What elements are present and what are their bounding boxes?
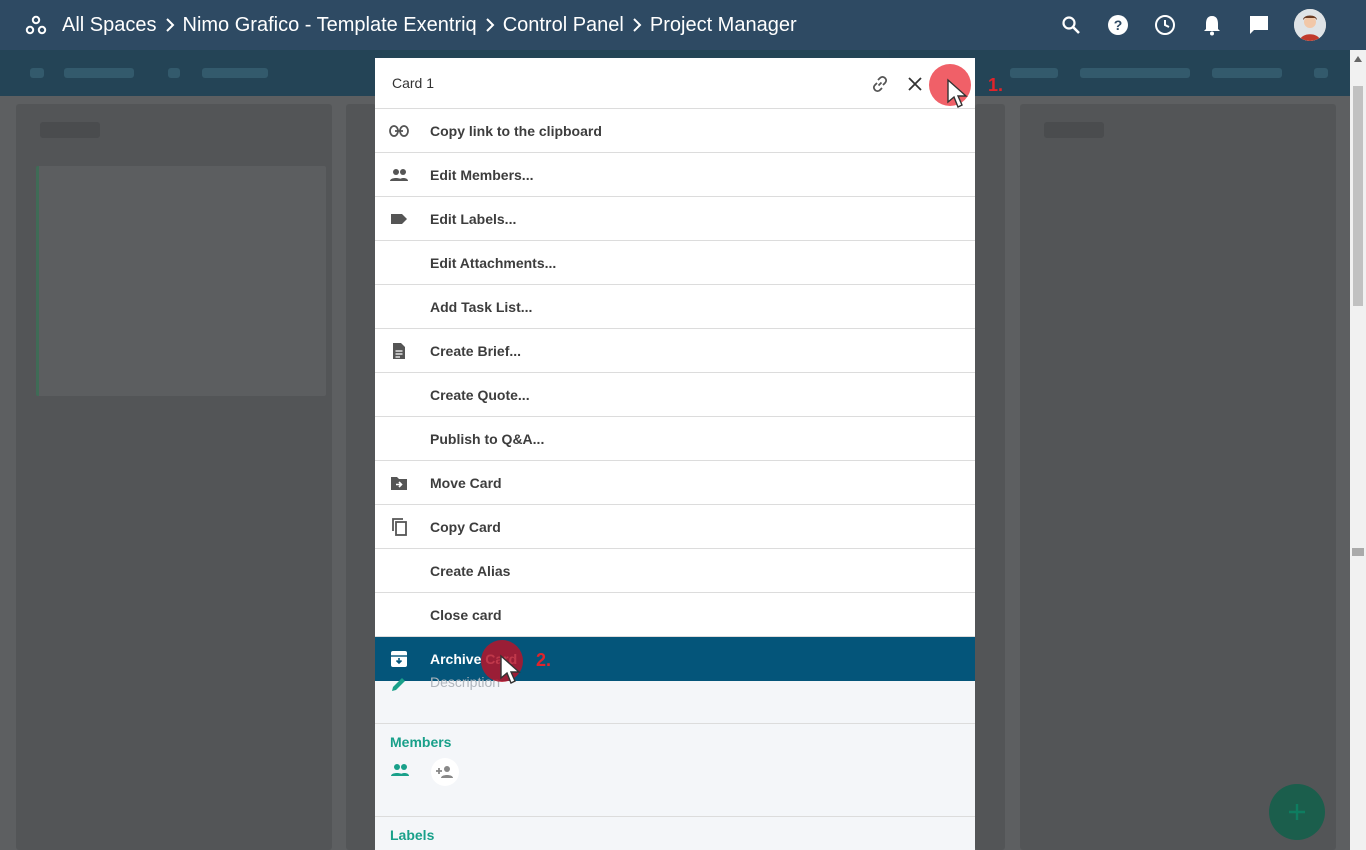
menu-item-label: Publish to Q&A...: [430, 431, 545, 447]
cursor-icon: [499, 654, 521, 684]
menu-item-edit-attachments[interactable]: Edit Attachments...: [375, 241, 975, 285]
card-actions-menu: Copy link to the clipboard Edit Members.…: [375, 109, 975, 681]
menu-item-label: Copy Card: [430, 519, 501, 535]
menu-item-edit-labels[interactable]: Edit Labels...: [375, 197, 975, 241]
menu-item-create-brief[interactable]: Create Brief...: [375, 329, 975, 373]
board-column: [16, 104, 332, 850]
breadcrumb-project-manager[interactable]: Project Manager: [650, 14, 797, 37]
link-icon[interactable]: [869, 73, 891, 95]
breadcrumb-space[interactable]: Nimo Grafico - Template Exentriq: [183, 14, 477, 37]
menu-item-create-alias[interactable]: Create Alias: [375, 549, 975, 593]
modal-header: Card 1: [375, 58, 975, 109]
card-preview: [36, 166, 326, 396]
menu-item-copy-card[interactable]: Copy Card: [375, 505, 975, 549]
top-bar: All Spaces Nimo Grafico - Template Exent…: [0, 0, 1366, 50]
help-icon[interactable]: ?: [1106, 13, 1130, 37]
chevron-right-icon: [157, 13, 183, 37]
menu-item-label: Create Alias: [430, 563, 511, 579]
menu-item-edit-members[interactable]: Edit Members...: [375, 153, 975, 197]
menu-item-label: Edit Attachments...: [430, 255, 557, 271]
spaces-icon[interactable]: [24, 13, 48, 37]
menu-item-publish-qa[interactable]: Publish to Q&A...: [375, 417, 975, 461]
step-1-label: 1.: [988, 75, 1004, 95]
label-icon: [389, 209, 409, 229]
menu-item-label: Add Task List...: [430, 299, 533, 315]
chat-icon[interactable]: [1247, 13, 1271, 37]
menu-item-label: Close card: [430, 607, 502, 623]
menu-item-label: Create Brief...: [430, 343, 522, 359]
pencil-icon: [390, 675, 408, 693]
add-member-button[interactable]: [431, 758, 459, 786]
card-modal: Card 1 Copy link to the clipboard Edit M…: [375, 58, 975, 850]
breadcrumb: All Spaces Nimo Grafico - Template Exent…: [62, 0, 797, 50]
menu-item-close-card[interactable]: Close card: [375, 593, 975, 637]
copy-icon: [389, 517, 409, 537]
add-fab-button[interactable]: [1269, 784, 1325, 840]
breadcrumb-control-panel[interactable]: Control Panel: [503, 14, 624, 37]
board-column: [346, 104, 376, 850]
svg-text:?: ?: [1114, 17, 1123, 33]
people-icon: [390, 763, 410, 783]
card-title: Card 1: [392, 75, 435, 91]
menu-item-create-quote[interactable]: Create Quote...: [375, 373, 975, 417]
chevron-right-icon: [624, 13, 650, 37]
board-column: [975, 104, 1005, 850]
search-icon[interactable]: [1059, 13, 1083, 37]
chevron-right-icon: [477, 13, 503, 37]
menu-item-label: Move Card: [430, 475, 502, 491]
menu-item-label: Create Quote...: [430, 387, 530, 403]
link-icon: [389, 121, 409, 141]
labels-title: Labels: [390, 827, 435, 843]
scrollbar[interactable]: [1350, 50, 1366, 850]
user-avatar[interactable]: [1294, 9, 1326, 41]
members-title: Members: [390, 734, 452, 750]
menu-item-label: Edit Members...: [430, 167, 534, 183]
menu-item-label: Copy link to the clipboard: [430, 123, 602, 139]
notifications-icon[interactable]: [1200, 13, 1224, 37]
people-icon: [389, 165, 409, 185]
document-icon: [389, 341, 409, 361]
board-column: [1020, 104, 1336, 850]
breadcrumb-all-spaces[interactable]: All Spaces: [62, 14, 157, 37]
menu-item-label: Edit Labels...: [430, 211, 517, 227]
menu-item-move-card[interactable]: Move Card: [375, 461, 975, 505]
menu-item-copy-link[interactable]: Copy link to the clipboard: [375, 109, 975, 153]
menu-item-add-task-list[interactable]: Add Task List...: [375, 285, 975, 329]
step-2-label: 2.: [536, 650, 552, 670]
archive-icon: [389, 649, 409, 669]
history-icon[interactable]: [1153, 13, 1177, 37]
cursor-icon: [946, 78, 968, 108]
close-icon[interactable]: [904, 73, 926, 95]
move-folder-icon: [389, 473, 409, 493]
